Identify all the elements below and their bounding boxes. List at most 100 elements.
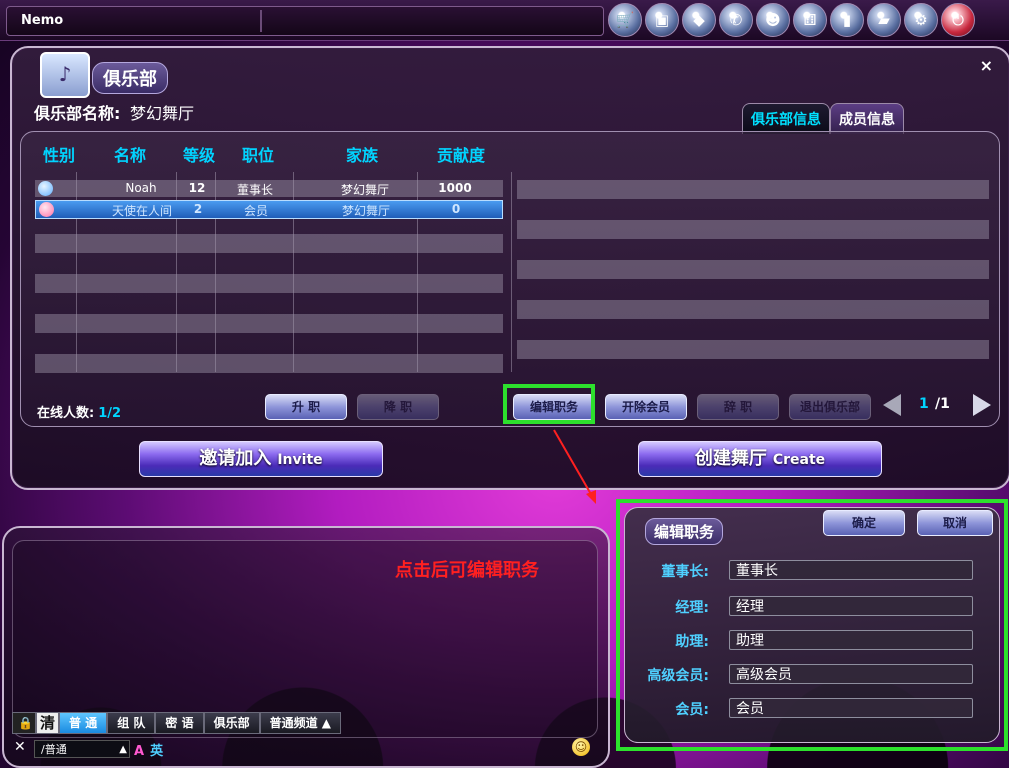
edit-positions-dialog: 编辑职务 确定 取消 董事长: 经理: 助理: 高级会员: 会员: [624, 507, 1000, 743]
invite-button[interactable]: 邀请加入 Invite [139, 441, 383, 477]
annotation-text: 点击后可编辑职务 [395, 560, 539, 581]
tab-member-info[interactable]: 成员信息 [830, 103, 904, 134]
club-logo-icon: ♪ [40, 52, 90, 98]
ime-indicator[interactable]: A英 [134, 740, 163, 759]
member-contribution: 1000 [438, 181, 472, 195]
manager-field[interactable] [729, 596, 973, 616]
member-position: 会员 [243, 204, 268, 218]
col-family[interactable]: 家族 [346, 142, 378, 166]
resign-button[interactable]: 辞 职 [697, 394, 779, 420]
field-label-member: 会员: [675, 702, 709, 718]
clear-button[interactable]: 清 [36, 712, 60, 734]
chat-input-row: ✕ /普通 ▲ A英 ☺ [12, 738, 590, 760]
edit-positions-highlight [503, 384, 595, 424]
ranking-icon[interactable]: ▮ [830, 3, 864, 37]
tab-club-info[interactable]: 俱乐部信息 [742, 103, 830, 134]
chevron-up-icon: ▲ [321, 716, 332, 730]
club-name-value: 梦幻舞厅 [129, 104, 194, 123]
demote-button[interactable]: 降 职 [357, 394, 439, 420]
list-item [517, 300, 989, 319]
info-tabs: 俱乐部信息 成员信息 [742, 103, 904, 134]
chat-tabs: 🔒 清 普 通 组 队 密 语 俱乐部 普通频道 ▲ [12, 712, 342, 734]
page-current: 1 [919, 396, 929, 412]
channel-select[interactable]: 普通频道 ▲ [259, 712, 342, 734]
channel-input[interactable]: /普通 ▲ [34, 740, 130, 758]
online-label: 在线人数: [37, 406, 95, 421]
settings-icon[interactable]: ⚙ [904, 3, 938, 37]
column-headers: 性别 名称 等级 职位 家族 贡献度 [37, 142, 517, 166]
friends-icon[interactable]: ☻ [756, 3, 790, 37]
expel-member-button[interactable]: 开除会员 [605, 394, 687, 420]
senior-member-field[interactable] [729, 664, 973, 684]
ime-language: 英 [150, 744, 164, 759]
photo-icon[interactable]: ▣ [645, 3, 679, 37]
divider [260, 10, 262, 32]
confirm-button[interactable]: 确定 [823, 510, 905, 536]
col-position[interactable]: 职位 [242, 142, 274, 166]
emoji-icon[interactable]: ☺ [572, 738, 590, 756]
invite-label-en: Invite [277, 452, 323, 468]
cancel-button[interactable]: 取消 [917, 510, 993, 536]
promote-button[interactable]: 升 职 [265, 394, 347, 420]
close-icon[interactable]: × [980, 56, 993, 75]
table-row[interactable]: 天使在人间 2 会员 梦幻舞厅 0 [35, 200, 503, 219]
list-item [517, 220, 989, 239]
col-level[interactable]: 等级 [183, 142, 215, 166]
chevron-up-icon: ▲ [119, 744, 127, 755]
member-list-panel: 性别 名称 等级 职位 家族 贡献度 Noah 12 董事长 梦幻舞厅 1000 [20, 131, 1000, 427]
tab-whisper[interactable]: 密 语 [155, 712, 204, 734]
member-name: 天使在人间 [111, 204, 172, 218]
shop-icon[interactable]: 🛒 [608, 3, 642, 37]
quit-club-button[interactable]: 退出俱乐部 [789, 394, 871, 420]
club-name-label: 俱乐部名称: [34, 104, 121, 123]
member-name: Noah [125, 181, 157, 195]
col-gender[interactable]: 性别 [43, 142, 75, 166]
col-name[interactable]: 名称 [114, 142, 146, 166]
create-hall-button[interactable]: 创建舞厅 Create [638, 441, 882, 477]
prev-page-icon[interactable] [883, 394, 901, 416]
detail-rows [517, 180, 989, 380]
col-contribution[interactable]: 贡献度 [437, 142, 485, 166]
tab-club[interactable]: 俱乐部 [203, 712, 260, 734]
close-icon[interactable]: ✕ [14, 739, 26, 755]
phone-icon[interactable]: ✆ [719, 3, 753, 37]
online-count: 在线人数: 1/2 [37, 402, 121, 421]
assistant-field[interactable] [729, 630, 973, 650]
item-icon[interactable]: ◆ [682, 3, 716, 37]
list-item [517, 180, 989, 199]
table-row[interactable] [35, 274, 503, 293]
create-label-en: Create [772, 452, 826, 468]
lock-icon[interactable]: 🔒 [12, 712, 36, 734]
chairman-field[interactable] [729, 560, 973, 580]
field-label-manager: 经理: [675, 600, 709, 616]
invite-label-cn: 邀请加入 [199, 448, 272, 469]
field-label-senior-member: 高级会员: [647, 668, 709, 684]
divider [511, 172, 512, 372]
table-row[interactable]: Noah 12 董事长 梦幻舞厅 1000 [35, 180, 503, 197]
member-family: 梦幻舞厅 [341, 204, 390, 218]
table-row[interactable] [35, 234, 503, 253]
next-page-icon[interactable] [973, 394, 991, 416]
top-bar: Nemo 🛒 ▣ ◆ ✆ ☻ ⚅ ▮ ▰ ⚙ ⏻ [0, 0, 1009, 41]
member-family: 梦幻舞厅 [340, 183, 389, 197]
club-name: 俱乐部名称: 梦幻舞厅 [34, 100, 194, 124]
annotation-arrow [553, 429, 596, 504]
window-title: 俱乐部 [92, 62, 168, 94]
list-item [517, 260, 989, 279]
female-icon [39, 202, 54, 217]
member-rows: Noah 12 董事长 梦幻舞厅 1000 天使在人间 2 会员 梦幻舞厅 0 [35, 180, 503, 394]
pagination: 1 /1 [883, 392, 991, 418]
table-row[interactable] [35, 354, 503, 373]
dice-icon[interactable]: ⚅ [793, 3, 827, 37]
field-label-chairman: 董事长: [661, 564, 709, 580]
member-position: 董事长 [236, 183, 273, 197]
member-level: 12 [188, 181, 206, 195]
folder-icon[interactable]: ▰ [867, 3, 901, 37]
tab-team[interactable]: 组 队 [107, 712, 156, 734]
member-field[interactable] [729, 698, 973, 718]
table-row[interactable] [35, 314, 503, 333]
edit-positions-panel: 编辑职务 确定 取消 董事长: 经理: 助理: 高级会员: 会员: [616, 499, 1008, 751]
power-icon[interactable]: ⏻ [941, 3, 975, 37]
tab-normal[interactable]: 普 通 [59, 712, 108, 734]
online-value: 1/2 [98, 406, 122, 421]
